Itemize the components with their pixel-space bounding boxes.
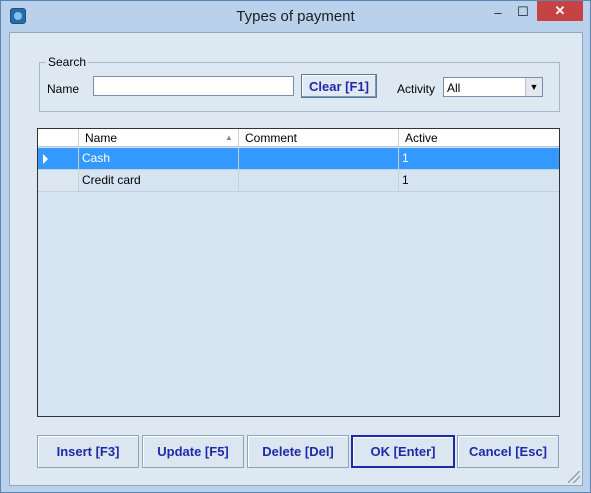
payment-types-grid[interactable]: Name ▲ Comment Active Cash 1 Credit card… xyxy=(37,128,560,417)
dialog-content: Search Name Clear [F1] Activity All ▼ Na… xyxy=(9,32,583,486)
row-indicator[interactable] xyxy=(38,148,79,169)
close-button[interactable]: ✕ xyxy=(537,1,583,21)
cell-name[interactable]: Credit card xyxy=(79,170,239,191)
row-indicator-header xyxy=(38,129,79,147)
cell-comment[interactable] xyxy=(239,148,399,169)
ok-button[interactable]: OK [Enter] xyxy=(351,435,455,468)
search-group: Search Name Clear [F1] Activity All ▼ xyxy=(39,55,560,112)
insert-button[interactable]: Insert [F3] xyxy=(37,435,139,468)
activity-label: Activity xyxy=(397,82,436,96)
column-header-name[interactable]: Name ▲ xyxy=(79,129,239,147)
grid-header: Name ▲ Comment Active xyxy=(38,129,559,147)
activity-value: All xyxy=(447,81,461,95)
table-row[interactable]: Cash 1 xyxy=(38,148,559,170)
cell-comment[interactable] xyxy=(239,170,399,191)
update-button[interactable]: Update [F5] xyxy=(142,435,244,468)
row-indicator[interactable] xyxy=(38,170,79,191)
column-header-comment[interactable]: Comment xyxy=(239,129,399,147)
name-label: Name xyxy=(47,82,80,96)
title-bar[interactable]: Types of payment – ☐ ✕ xyxy=(1,1,590,32)
minimize-button[interactable]: – xyxy=(489,2,507,22)
cell-active[interactable]: 1 xyxy=(399,148,559,169)
row-pointer-icon xyxy=(43,154,48,164)
dropdown-arrow-icon[interactable]: ▼ xyxy=(525,78,542,96)
search-legend: Search xyxy=(48,55,87,69)
sort-asc-icon: ▲ xyxy=(225,133,233,142)
clear-button[interactable]: Clear [F1] xyxy=(301,74,377,98)
activity-select[interactable]: All ▼ xyxy=(443,77,543,97)
column-header-name-label: Name xyxy=(85,131,118,145)
cell-name[interactable]: Cash xyxy=(79,148,239,169)
cancel-button[interactable]: Cancel [Esc] xyxy=(457,435,559,468)
table-row[interactable]: Credit card 1 xyxy=(38,170,559,192)
cell-active[interactable]: 1 xyxy=(399,170,559,191)
resize-grip-icon[interactable] xyxy=(568,471,580,483)
dialog-window: Types of payment – ☐ ✕ Search Name Clear… xyxy=(0,0,591,493)
name-search-input[interactable] xyxy=(93,76,294,96)
delete-button[interactable]: Delete [Del] xyxy=(247,435,349,468)
column-header-active[interactable]: Active xyxy=(399,129,559,147)
maximize-button[interactable]: ☐ xyxy=(513,2,533,22)
